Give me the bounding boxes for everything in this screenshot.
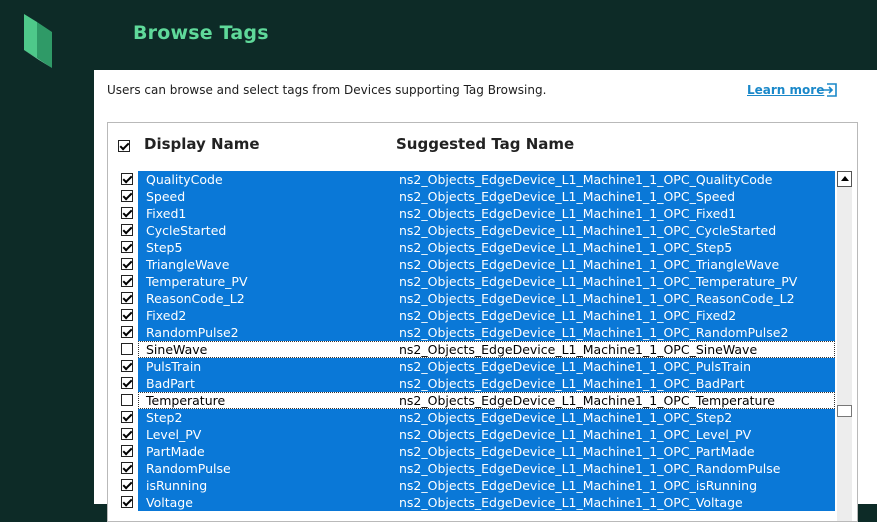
row-checkbox[interactable] <box>121 428 133 440</box>
row-checkbox[interactable] <box>121 326 133 338</box>
table-row[interactable]: isRunning ns2_Objects_EdgeDevice_L1_Machi… <box>108 477 835 494</box>
table-row[interactable]: RandomPulse ns2_Objects_EdgeDevice_L1_Mac… <box>108 460 835 477</box>
table-row[interactable]: Temperature ns2_Objects_EdgeDevice_L1_Mac… <box>108 392 835 409</box>
suggested-tag-cell: ns2_Objects_EdgeDevice_L1_Machine1_1_OPC… <box>399 495 743 510</box>
learn-more-link[interactable]: Learn more <box>747 83 824 97</box>
external-link-icon[interactable] <box>822 82 838 98</box>
table-row[interactable]: Speed ns2_Objects_EdgeDevice_L1_Machine1_… <box>108 188 835 205</box>
suggested-tag-cell: ns2_Objects_EdgeDevice_L1_Machine1_1_OPC… <box>399 376 745 391</box>
row-checkbox[interactable] <box>121 258 133 270</box>
row-checkbox[interactable] <box>121 190 133 202</box>
table-row[interactable]: RandomPulse2 ns2_Objects_EdgeDevice_L1_Ma… <box>108 324 835 341</box>
table-row[interactable]: BadPart ns2_Objects_EdgeDevice_L1_Machine… <box>108 375 835 392</box>
suggested-tag-cell: ns2_Objects_EdgeDevice_L1_Machine1_1_OPC… <box>399 223 777 238</box>
intro-text: Users can browse and select tags from De… <box>107 83 547 97</box>
column-header-display-name[interactable]: Display Name <box>144 135 260 153</box>
table-row[interactable]: PulsTrain ns2_Objects_EdgeDevice_L1_Machi… <box>108 358 835 375</box>
row-checkbox[interactable] <box>121 377 133 389</box>
row-checkbox[interactable] <box>121 394 133 406</box>
suggested-tag-cell: ns2_Objects_EdgeDevice_L1_Machine1_1_OPC… <box>399 240 733 255</box>
display-name-cell: Fixed2 <box>146 308 187 323</box>
display-name-cell: Fixed1 <box>146 206 187 221</box>
display-name-cell: Temperature_PV <box>146 274 248 289</box>
row-checkbox[interactable] <box>121 275 133 287</box>
table-header: Display Name Suggested Tag Name <box>108 123 857 169</box>
suggested-tag-cell: ns2_Objects_EdgeDevice_L1_Machine1_1_OPC… <box>399 308 737 323</box>
row-checkbox[interactable] <box>121 360 133 372</box>
table-row[interactable]: Fixed1 ns2_Objects_EdgeDevice_L1_Machine1… <box>108 205 835 222</box>
table-row[interactable]: Temperature_PV ns2_Objects_EdgeDevice_L1_… <box>108 273 835 290</box>
display-name-cell: Level_PV <box>146 427 202 442</box>
table-row[interactable]: SineWave ns2_Objects_EdgeDevice_L1_Machin… <box>108 341 835 358</box>
column-header-suggested-tag-name[interactable]: Suggested Tag Name <box>396 135 574 153</box>
vertical-scrollbar[interactable] <box>837 171 852 521</box>
suggested-tag-cell: ns2_Objects_EdgeDevice_L1_Machine1_1_OPC… <box>399 342 758 357</box>
display-name-cell: BadPart <box>146 376 195 391</box>
display-name-cell: isRunning <box>146 478 208 493</box>
browse-tags-panel: Users can browse and select tags from De… <box>94 70 877 522</box>
suggested-tag-cell: ns2_Objects_EdgeDevice_L1_Machine1_1_OPC… <box>399 274 798 289</box>
display-name-cell: Temperature <box>146 393 226 408</box>
table-row[interactable]: Level_PV ns2_Objects_EdgeDevice_L1_Machin… <box>108 426 835 443</box>
tag-table: Display Name Suggested Tag Name QualityC… <box>107 122 858 522</box>
table-row[interactable]: QualityCode ns2_Objects_EdgeDevice_L1_Mac… <box>108 171 835 188</box>
table-row[interactable]: PartMade ns2_Objects_EdgeDevice_L1_Machin… <box>108 443 835 460</box>
display-name-cell: Voltage <box>146 495 193 510</box>
suggested-tag-cell: ns2_Objects_EdgeDevice_L1_Machine1_1_OPC… <box>399 172 773 187</box>
display-name-cell: Step5 <box>146 240 183 255</box>
row-checkbox[interactable] <box>121 496 133 508</box>
display-name-cell: Speed <box>146 189 186 204</box>
table-row[interactable]: Step5 ns2_Objects_EdgeDevice_L1_Machine1_… <box>108 239 835 256</box>
suggested-tag-cell: ns2_Objects_EdgeDevice_L1_Machine1_1_OPC… <box>399 461 781 476</box>
suggested-tag-cell: ns2_Objects_EdgeDevice_L1_Machine1_1_OPC… <box>399 444 755 459</box>
suggested-tag-cell: ns2_Objects_EdgeDevice_L1_Machine1_1_OPC… <box>399 427 752 442</box>
suggested-tag-cell: ns2_Objects_EdgeDevice_L1_Machine1_1_OPC… <box>399 359 752 374</box>
suggested-tag-cell: ns2_Objects_EdgeDevice_L1_Machine1_1_OPC… <box>399 206 737 221</box>
row-checkbox[interactable] <box>121 445 133 457</box>
top-bar: Browse Tags <box>0 0 877 70</box>
suggested-tag-cell: ns2_Objects_EdgeDevice_L1_Machine1_1_OPC… <box>399 410 733 425</box>
display-name-cell: RandomPulse <box>146 461 231 476</box>
display-name-cell: CycleStarted <box>146 223 227 238</box>
row-checkbox[interactable] <box>121 479 133 491</box>
select-all-checkbox[interactable] <box>118 140 130 152</box>
row-checkbox[interactable] <box>121 207 133 219</box>
row-checkbox[interactable] <box>121 343 133 355</box>
scrollbar-thumb[interactable] <box>837 405 852 417</box>
display-name-cell: PulsTrain <box>146 359 202 374</box>
display-name-cell: QualityCode <box>146 172 223 187</box>
brand-logo-icon <box>24 14 52 68</box>
display-name-cell: SineWave <box>146 342 208 357</box>
table-row[interactable]: Fixed2 ns2_Objects_EdgeDevice_L1_Machine1… <box>108 307 835 324</box>
suggested-tag-cell: ns2_Objects_EdgeDevice_L1_Machine1_1_OPC… <box>399 189 736 204</box>
row-checkbox[interactable] <box>121 224 133 236</box>
display-name-cell: TriangleWave <box>146 257 230 272</box>
table-row[interactable]: Step2 ns2_Objects_EdgeDevice_L1_Machine1_… <box>108 409 835 426</box>
row-checkbox[interactable] <box>121 292 133 304</box>
scroll-up-arrow-icon[interactable] <box>837 171 852 187</box>
table-row[interactable]: Voltage ns2_Objects_EdgeDevice_L1_Machine… <box>108 494 835 511</box>
display-name-cell: RandomPulse2 <box>146 325 239 340</box>
row-checkbox[interactable] <box>121 173 133 185</box>
table-row[interactable]: ReasonCode_L2 ns2_Objects_EdgeDevice_L1_M… <box>108 290 835 307</box>
row-checkbox[interactable] <box>121 309 133 321</box>
table-row[interactable]: CycleStarted ns2_Objects_EdgeDevice_L1_Ma… <box>108 222 835 239</box>
suggested-tag-cell: ns2_Objects_EdgeDevice_L1_Machine1_1_OPC… <box>399 478 758 493</box>
suggested-tag-cell: ns2_Objects_EdgeDevice_L1_Machine1_1_OPC… <box>399 291 795 306</box>
row-checkbox[interactable] <box>121 411 133 423</box>
page-title: Browse Tags <box>133 22 269 44</box>
suggested-tag-cell: ns2_Objects_EdgeDevice_L1_Machine1_1_OPC… <box>399 393 776 408</box>
display-name-cell: ReasonCode_L2 <box>146 291 245 306</box>
table-row[interactable]: TriangleWave ns2_Objects_EdgeDevice_L1_Ma… <box>108 256 835 273</box>
row-checkbox[interactable] <box>121 462 133 474</box>
suggested-tag-cell: ns2_Objects_EdgeDevice_L1_Machine1_1_OPC… <box>399 325 789 340</box>
display-name-cell: Step2 <box>146 410 183 425</box>
row-checkbox[interactable] <box>121 241 133 253</box>
suggested-tag-cell: ns2_Objects_EdgeDevice_L1_Machine1_1_OPC… <box>399 257 780 272</box>
display-name-cell: PartMade <box>146 444 205 459</box>
